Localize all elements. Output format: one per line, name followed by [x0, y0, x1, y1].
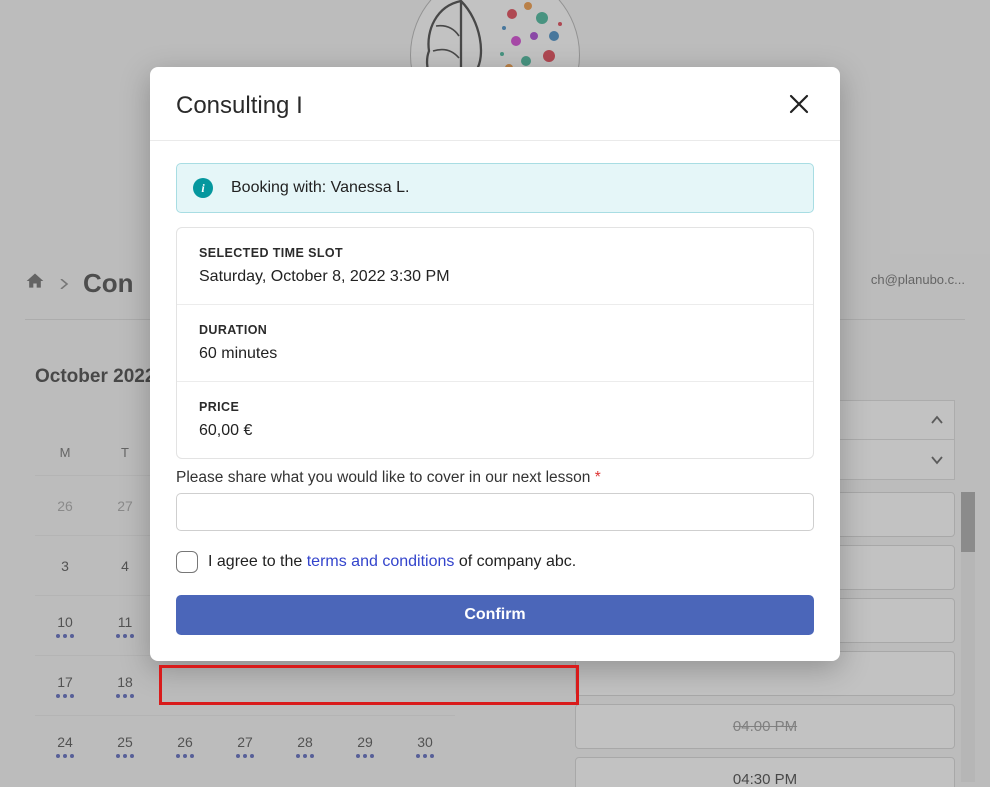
question-input[interactable] [176, 493, 814, 531]
price-section: PRICE 60,00 € [177, 381, 813, 458]
selected-slot-label: SELECTED TIME SLOT [199, 246, 791, 260]
question-label: Please share what you would like to cove… [176, 469, 814, 487]
booking-details-card: SELECTED TIME SLOT Saturday, October 8, … [176, 227, 814, 459]
required-mark: * [595, 469, 601, 486]
close-button[interactable] [784, 89, 814, 122]
duration-value: 60 minutes [199, 345, 791, 363]
confirm-button[interactable]: Confirm [176, 595, 814, 635]
terms-link[interactable]: terms and conditions [307, 553, 455, 570]
modal-body: i Booking with: Vanessa L. SELECTED TIME… [150, 141, 840, 661]
modal-header: Consulting I [150, 67, 840, 141]
info-banner: i Booking with: Vanessa L. [176, 163, 814, 213]
duration-label: DURATION [199, 323, 791, 337]
agree-row: I agree to the terms and conditions of c… [176, 551, 814, 573]
duration-section: DURATION 60 minutes [177, 304, 813, 381]
selected-slot-section: SELECTED TIME SLOT Saturday, October 8, … [177, 228, 813, 304]
background-page: Con ch@planubo.c... October 2022 M T 26 … [0, 0, 990, 787]
close-icon [788, 93, 810, 115]
price-label: PRICE [199, 400, 791, 414]
agree-text: I agree to the terms and conditions of c… [208, 553, 576, 571]
info-icon: i [193, 178, 213, 198]
selected-slot-value: Saturday, October 8, 2022 3:30 PM [199, 268, 791, 286]
modal-title: Consulting I [176, 92, 303, 120]
price-value: 60,00 € [199, 422, 791, 440]
booking-modal: Consulting I i Booking with: Vanessa L. … [150, 67, 840, 661]
agree-checkbox[interactable] [176, 551, 198, 573]
info-banner-text: Booking with: Vanessa L. [231, 179, 409, 197]
